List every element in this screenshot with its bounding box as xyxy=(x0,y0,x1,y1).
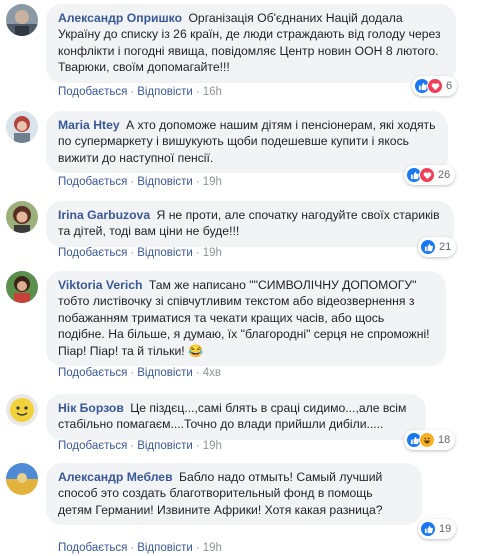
reaction-count: 19 xyxy=(439,523,452,535)
avatar[interactable] xyxy=(6,4,38,36)
comment: Maria Htey А хто допоможе нашим дітям і … xyxy=(0,105,482,195)
reply-button[interactable]: Відповісти xyxy=(137,247,193,259)
comment-bubble: Нік Борзов Це піздєц...,самі блять в сра… xyxy=(46,394,426,440)
separator: · xyxy=(195,176,200,188)
reply-button[interactable]: Відповісти xyxy=(137,367,193,379)
reaction-count: 6 xyxy=(446,80,453,92)
separator: · xyxy=(130,247,135,259)
like-button[interactable]: Подобається xyxy=(58,247,127,259)
comment-feed: Александр Опришко Організація Об'єднаних… xyxy=(0,0,482,556)
separator: · xyxy=(130,176,135,188)
avatar[interactable] xyxy=(6,463,38,495)
reply-button[interactable]: Відповісти xyxy=(137,542,193,554)
reaction-count: 21 xyxy=(439,241,452,253)
comment-bubble: Irina Garbuzova Я не проти, але спочатку… xyxy=(46,201,454,247)
comment-author[interactable]: Viktoria Verich xyxy=(58,278,142,292)
comment-actions: Подобається · Відповісти · 16h xyxy=(58,86,222,98)
comment-author[interactable]: Александр Меблев xyxy=(58,470,173,484)
separator: · xyxy=(130,86,135,98)
separator: · xyxy=(195,542,200,554)
timestamp[interactable]: 19h xyxy=(203,176,222,188)
like-icon xyxy=(420,521,436,537)
love-icon xyxy=(427,78,443,94)
separator: · xyxy=(130,367,135,379)
like-button[interactable]: Подобається xyxy=(58,367,127,379)
comment-author[interactable]: Irina Garbuzova xyxy=(58,208,150,222)
timestamp[interactable]: 19h xyxy=(203,542,222,554)
separator: · xyxy=(195,367,200,379)
comment-bubble: Maria Htey А хто допоможе нашим дітям і … xyxy=(46,111,448,174)
separator: · xyxy=(195,247,200,259)
separator: · xyxy=(195,440,200,452)
comment: Irina Garbuzova Я не проти, але спочатку… xyxy=(0,195,482,265)
reactions-badge[interactable]: 18 xyxy=(404,430,456,450)
avatar[interactable] xyxy=(6,111,38,143)
comment-actions: Подобається · Відповісти · 19h xyxy=(58,247,222,259)
like-button[interactable]: Подобається xyxy=(58,176,127,188)
reaction-count: 18 xyxy=(438,434,451,446)
avatar[interactable] xyxy=(6,394,38,426)
reactions-badge[interactable]: 21 xyxy=(418,237,457,257)
comment-bubble: Александр Опришко Організація Об'єднаних… xyxy=(46,4,456,83)
reactions-badge[interactable]: 6 xyxy=(412,76,458,96)
comment-actions: Подобається · Відповісти · 19h xyxy=(58,176,222,188)
avatar[interactable] xyxy=(6,271,38,303)
reply-button[interactable]: Відповісти xyxy=(137,176,193,188)
timestamp[interactable]: 19h xyxy=(203,247,222,259)
timestamp[interactable]: 4хв xyxy=(203,367,221,379)
like-icon xyxy=(420,239,436,255)
comment-actions: Подобається · Відповісти · 19h xyxy=(58,542,222,554)
comment-bubble: Александр Меблев Бабло надо отмыть! Самы… xyxy=(46,463,422,526)
separator: · xyxy=(130,542,135,554)
comment: Нік Борзов Це піздєц...,самі блять в сра… xyxy=(0,388,482,458)
comment-author[interactable]: Александр Опришко xyxy=(58,11,182,25)
like-button[interactable]: Подобається xyxy=(58,86,127,98)
comment-author[interactable]: Нік Борзов xyxy=(58,401,124,415)
comment-author[interactable]: Maria Htey xyxy=(58,118,120,132)
timestamp[interactable]: 19h xyxy=(203,440,222,452)
comment: Александр Опришко Організація Об'єднаних… xyxy=(0,0,482,105)
reactions-badge[interactable]: 26 xyxy=(404,165,456,185)
avatar[interactable] xyxy=(6,201,38,233)
reply-button[interactable]: Відповісти xyxy=(137,440,193,452)
reply-button[interactable]: Відповісти xyxy=(137,86,193,98)
comment: Viktoria Verich Там же написано ""СИМВОЛ… xyxy=(0,265,482,385)
comment: Александр Меблев Бабло надо отмыть! Самы… xyxy=(0,457,482,556)
separator: · xyxy=(195,86,200,98)
separator: · xyxy=(130,440,135,452)
like-button[interactable]: Подобається xyxy=(58,440,127,452)
reaction-count: 26 xyxy=(438,169,451,181)
love-icon xyxy=(419,167,435,183)
comment-actions: Подобається · Відповісти · 4хв xyxy=(58,367,221,379)
comment-bubble: Viktoria Verich Там же написано ""СИМВОЛ… xyxy=(46,271,446,367)
like-button[interactable]: Подобається xyxy=(58,542,127,554)
reactions-badge[interactable]: 19 xyxy=(418,519,457,539)
comment-actions: Подобається · Відповісти · 19h xyxy=(58,440,222,452)
haha-icon xyxy=(419,432,435,448)
timestamp[interactable]: 16h xyxy=(203,86,222,98)
